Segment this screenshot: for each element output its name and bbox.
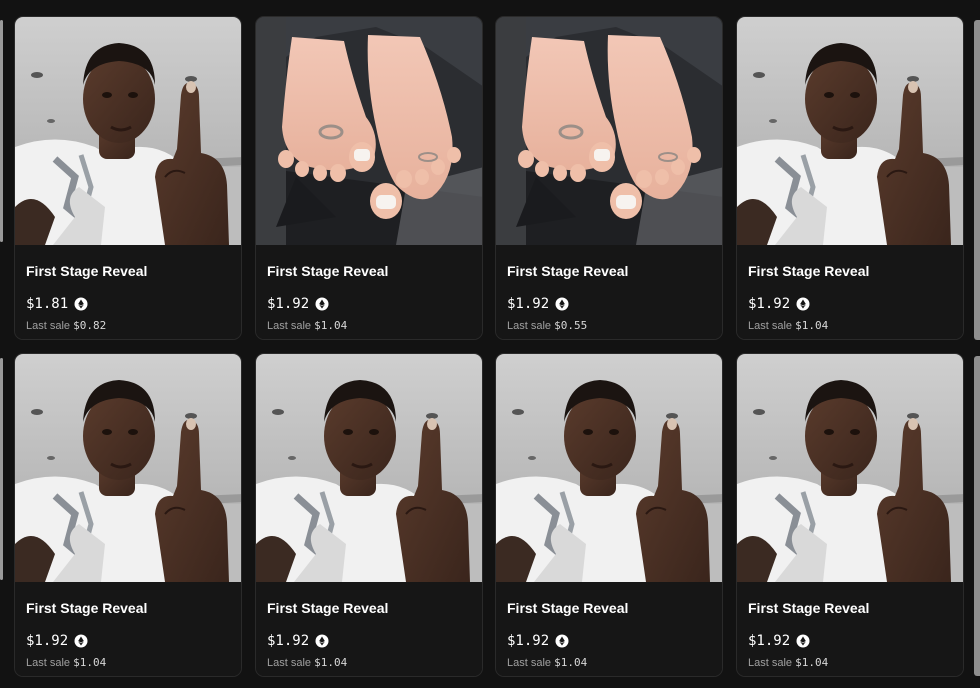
nft-image-feet[interactable] bbox=[256, 17, 482, 245]
nft-card[interactable]: First Stage Reveal $1.92 Last sale $1.04 bbox=[736, 16, 964, 340]
nft-image-man[interactable] bbox=[15, 354, 241, 582]
card-title: First Stage Reveal bbox=[267, 600, 389, 616]
last-sale-value: $1.04 bbox=[314, 656, 348, 669]
last-sale-label: Last sale bbox=[748, 657, 793, 669]
last-sale-value: $1.04 bbox=[554, 656, 588, 669]
card-title: First Stage Reveal bbox=[267, 263, 389, 279]
price-value: $1.92 bbox=[267, 296, 310, 312]
last-sale: Last sale $1.04 bbox=[507, 656, 587, 669]
last-sale: Last sale $1.04 bbox=[748, 656, 828, 669]
last-sale-label: Last sale bbox=[267, 320, 312, 332]
man-gesture-photo bbox=[737, 354, 963, 582]
clipped-card-right-row1[interactable] bbox=[974, 20, 980, 340]
last-sale: Last sale $1.04 bbox=[26, 656, 106, 669]
man-gesture-photo bbox=[15, 354, 241, 582]
last-sale-label: Last sale bbox=[507, 657, 552, 669]
last-sale-value: $1.04 bbox=[73, 656, 107, 669]
nft-card[interactable]: First Stage Reveal $1.92 Last sale $1.04 bbox=[255, 353, 483, 677]
last-sale: Last sale $1.04 bbox=[267, 656, 347, 669]
ethereum-coin-icon bbox=[555, 634, 569, 648]
ethereum-coin-icon bbox=[74, 297, 88, 311]
last-sale-value: $1.04 bbox=[795, 319, 829, 332]
last-sale-value: $1.04 bbox=[314, 319, 348, 332]
nft-card[interactable]: First Stage Reveal $1.92 Last sale $1.04 bbox=[14, 353, 242, 677]
nft-card[interactable]: First Stage Reveal $1.92 Last sale $1.04 bbox=[736, 353, 964, 677]
last-sale-value: $0.82 bbox=[73, 319, 107, 332]
card-info: First Stage Reveal $1.92 Last sale $1.04 bbox=[496, 582, 722, 676]
card-info: First Stage Reveal $1.92 Last sale $0.55 bbox=[496, 245, 722, 339]
nft-image-man[interactable] bbox=[256, 354, 482, 582]
card-info: First Stage Reveal $1.92 Last sale $1.04 bbox=[737, 245, 963, 339]
price-row: $1.92 bbox=[748, 295, 810, 313]
man-gesture-photo bbox=[256, 354, 482, 582]
price-row: $1.92 bbox=[507, 295, 569, 313]
man-gesture-photo bbox=[737, 17, 963, 245]
clipped-card-right-row2[interactable] bbox=[974, 356, 980, 676]
price-row: $1.92 bbox=[267, 295, 329, 313]
price-row: $1.92 bbox=[507, 632, 569, 650]
card-title: First Stage Reveal bbox=[26, 600, 148, 616]
last-sale: Last sale $1.04 bbox=[267, 319, 347, 332]
price-value: $1.92 bbox=[26, 633, 69, 649]
price-value: $1.92 bbox=[267, 633, 310, 649]
feet-photo bbox=[496, 17, 722, 245]
card-info: First Stage Reveal $1.92 Last sale $1.04 bbox=[256, 245, 482, 339]
card-info: First Stage Reveal $1.81 Last sale $0.82 bbox=[15, 245, 241, 339]
last-sale-label: Last sale bbox=[507, 320, 552, 332]
price-value: $1.92 bbox=[748, 296, 791, 312]
price-value: $1.92 bbox=[748, 633, 791, 649]
ethereum-coin-icon bbox=[796, 297, 810, 311]
last-sale-label: Last sale bbox=[26, 657, 71, 669]
nft-image-man[interactable] bbox=[737, 17, 963, 245]
clipped-card-left-row1[interactable] bbox=[0, 20, 3, 242]
price-row: $1.92 bbox=[748, 632, 810, 650]
nft-card[interactable]: First Stage Reveal $1.92 Last sale $0.55 bbox=[495, 16, 723, 340]
price-value: $1.92 bbox=[507, 296, 550, 312]
man-gesture-photo bbox=[15, 17, 241, 245]
last-sale: Last sale $0.82 bbox=[26, 319, 106, 332]
last-sale-label: Last sale bbox=[267, 657, 312, 669]
man-gesture-photo bbox=[496, 354, 722, 582]
card-info: First Stage Reveal $1.92 Last sale $1.04 bbox=[256, 582, 482, 676]
clipped-card-left-row2[interactable] bbox=[0, 358, 3, 580]
ethereum-coin-icon bbox=[315, 297, 329, 311]
last-sale: Last sale $0.55 bbox=[507, 319, 587, 332]
card-title: First Stage Reveal bbox=[26, 263, 148, 279]
price-row: $1.92 bbox=[26, 632, 88, 650]
ethereum-coin-icon bbox=[796, 634, 810, 648]
price-row: $1.81 bbox=[26, 295, 88, 313]
ethereum-coin-icon bbox=[74, 634, 88, 648]
card-info: First Stage Reveal $1.92 Last sale $1.04 bbox=[15, 582, 241, 676]
nft-grid: First Stage Reveal $1.81 Last sale $0.82 bbox=[0, 0, 980, 688]
card-title: First Stage Reveal bbox=[507, 600, 629, 616]
card-title: First Stage Reveal bbox=[748, 263, 870, 279]
nft-image-man[interactable] bbox=[496, 354, 722, 582]
last-sale-label: Last sale bbox=[748, 320, 793, 332]
nft-image-man[interactable] bbox=[15, 17, 241, 245]
price-row: $1.92 bbox=[267, 632, 329, 650]
last-sale-value: $0.55 bbox=[554, 319, 588, 332]
card-title: First Stage Reveal bbox=[507, 263, 629, 279]
nft-image-feet[interactable] bbox=[496, 17, 722, 245]
ethereum-coin-icon bbox=[555, 297, 569, 311]
nft-card[interactable]: First Stage Reveal $1.81 Last sale $0.82 bbox=[14, 16, 242, 340]
ethereum-coin-icon bbox=[315, 634, 329, 648]
nft-card[interactable]: First Stage Reveal $1.92 Last sale $1.04 bbox=[255, 16, 483, 340]
feet-photo bbox=[256, 17, 482, 245]
last-sale: Last sale $1.04 bbox=[748, 319, 828, 332]
last-sale-value: $1.04 bbox=[795, 656, 829, 669]
card-info: First Stage Reveal $1.92 Last sale $1.04 bbox=[737, 582, 963, 676]
nft-image-man[interactable] bbox=[737, 354, 963, 582]
price-value: $1.81 bbox=[26, 296, 69, 312]
last-sale-label: Last sale bbox=[26, 320, 71, 332]
card-title: First Stage Reveal bbox=[748, 600, 870, 616]
nft-card[interactable]: First Stage Reveal $1.92 Last sale $1.04 bbox=[495, 353, 723, 677]
price-value: $1.92 bbox=[507, 633, 550, 649]
